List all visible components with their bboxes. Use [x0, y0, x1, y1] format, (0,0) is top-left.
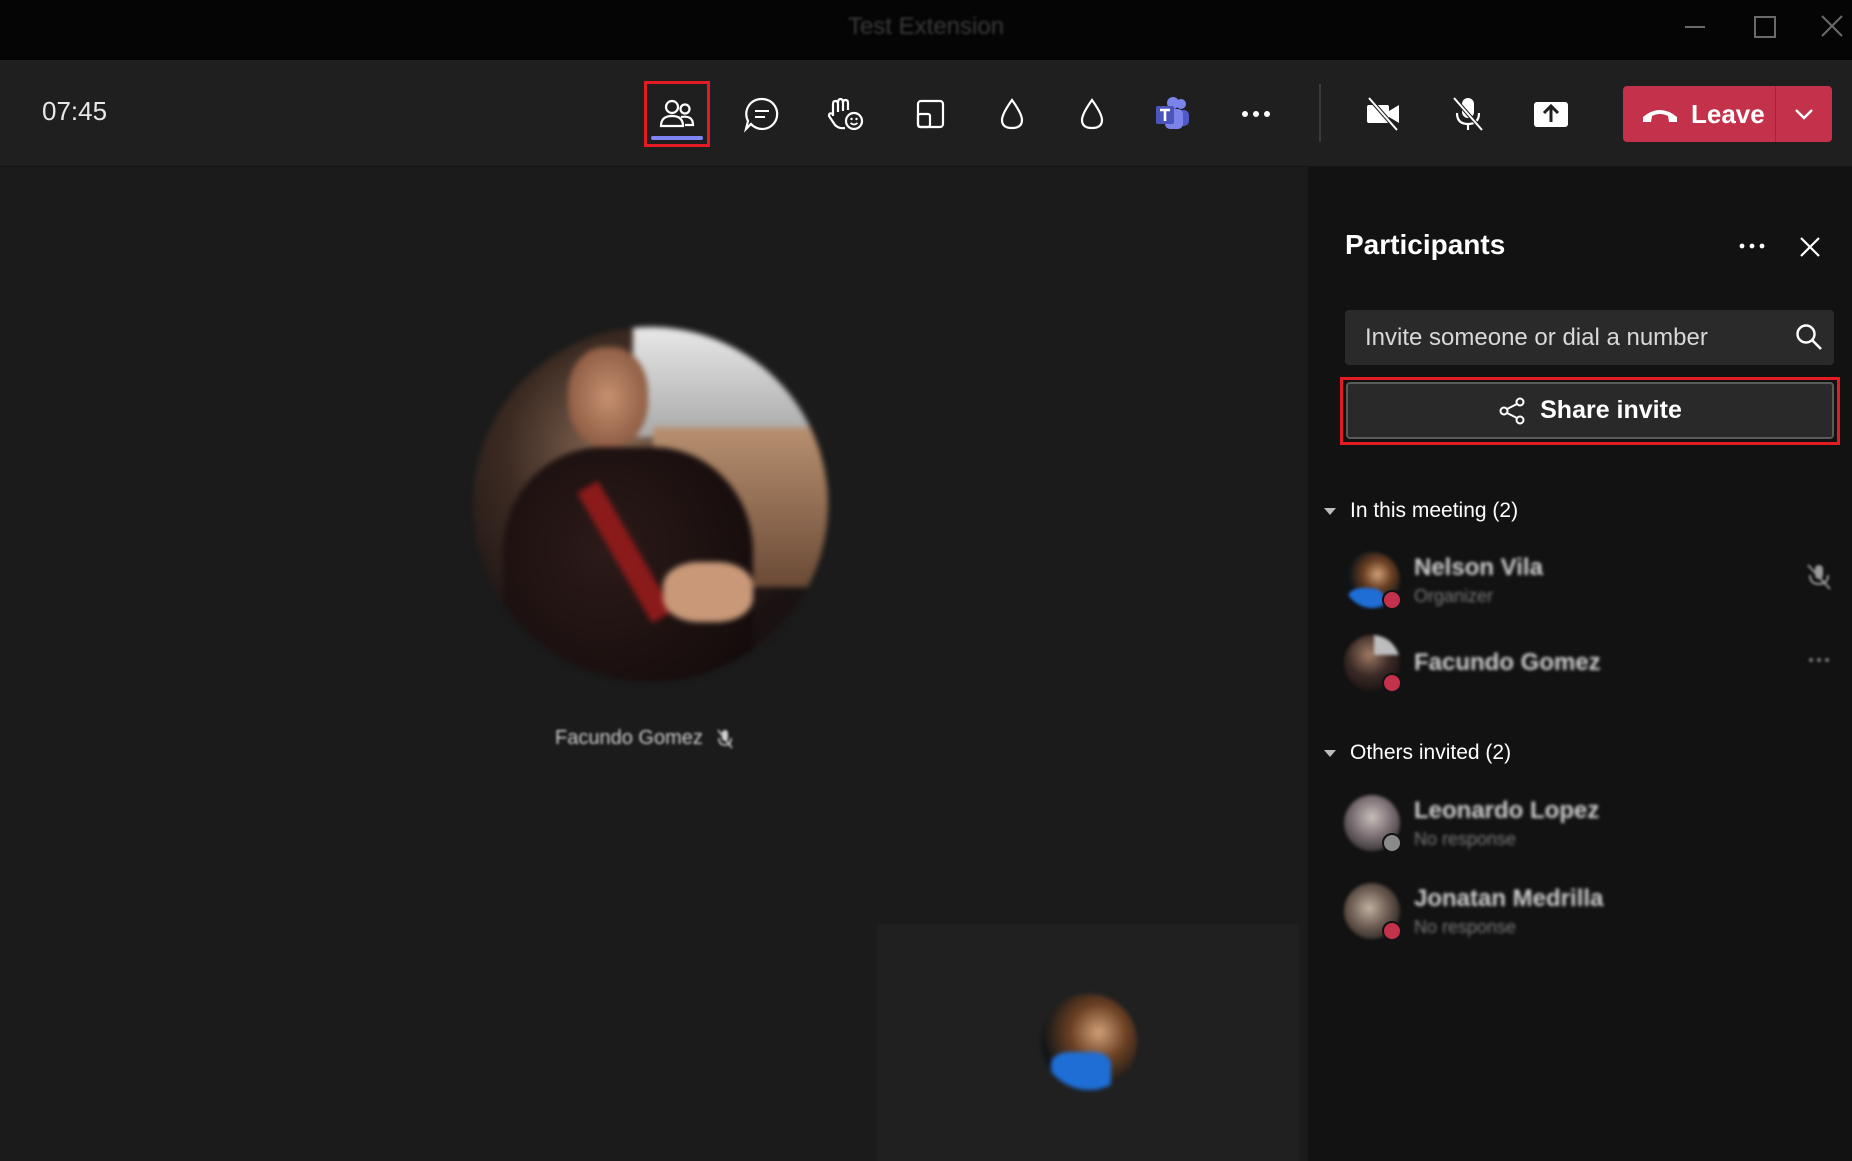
- minimize-button[interactable]: [1675, 10, 1715, 44]
- call-timer: 07:45: [42, 96, 108, 126]
- leave-button-group: Leave: [1623, 86, 1832, 142]
- more-icon[interactable]: [1804, 645, 1834, 675]
- share-invite-button[interactable]: Share invite: [1346, 382, 1834, 439]
- participant-name: Facundo Gomez: [1414, 649, 1601, 676]
- participants-panel: Participants Share invite In this meetin…: [1308, 167, 1852, 1161]
- maximize-button[interactable]: [1744, 10, 1784, 44]
- participant-row[interactable]: Leonardo Lopez No response: [1344, 795, 1834, 865]
- view-button[interactable]: [898, 82, 962, 146]
- search-icon[interactable]: [1794, 322, 1824, 352]
- presence-badge: [1382, 590, 1402, 610]
- share-invite-label: Share invite: [1540, 396, 1682, 424]
- self-view-tile: [877, 924, 1299, 1161]
- window-title: Test Extension: [847, 13, 1005, 40]
- view-icon: [916, 99, 945, 129]
- raise-hand-icon: [827, 97, 864, 131]
- chat-button[interactable]: [730, 82, 794, 146]
- drop-icon: [1000, 98, 1024, 130]
- drop-icon: [1080, 98, 1104, 130]
- share-screen-button[interactable]: [1519, 82, 1583, 146]
- participant-status: No response: [1414, 829, 1517, 849]
- participant-name: Jonatan Medrilla: [1414, 885, 1604, 912]
- panel-title: Participants: [1345, 229, 1506, 260]
- close-icon: [1800, 237, 1820, 257]
- presence-badge: [1382, 921, 1402, 941]
- chat-icon: [743, 97, 779, 133]
- participant-row[interactable]: Jonatan Medrilla No response: [1344, 883, 1834, 953]
- toolbar-divider: [1319, 84, 1321, 142]
- maximize-icon: [1754, 16, 1776, 38]
- camera-off-icon: [1367, 96, 1399, 132]
- mic-muted-icon: [717, 729, 733, 748]
- close-icon: [1821, 15, 1843, 37]
- participant-avatar: [473, 327, 828, 682]
- video-stage: Facundo Gomez: [0, 167, 1308, 1161]
- extension-1-button[interactable]: [980, 82, 1044, 146]
- camera-button[interactable]: [1351, 82, 1415, 146]
- caret-down-icon: [1324, 750, 1336, 757]
- participant-status: No response: [1414, 917, 1517, 937]
- invite-input[interactable]: [1345, 310, 1775, 365]
- participant-name: Leonardo Lopez: [1414, 797, 1600, 824]
- participants-button[interactable]: [644, 81, 710, 147]
- leave-options-button[interactable]: [1776, 86, 1832, 142]
- stage-participant-label: Facundo Gomez: [555, 727, 703, 749]
- share-tray-icon: [1534, 102, 1568, 127]
- mic-muted-icon: [1807, 564, 1831, 590]
- teams-app-button[interactable]: [1141, 82, 1205, 146]
- hang-up-icon: [1643, 110, 1677, 122]
- self-avatar: [1041, 994, 1137, 1090]
- leave-label: Leave: [1691, 98, 1765, 129]
- presence-badge: [1382, 673, 1402, 693]
- panel-more-options-button[interactable]: [1730, 229, 1774, 261]
- panel-close-button[interactable]: [1790, 227, 1830, 267]
- participant-role: Organizer: [1414, 586, 1494, 606]
- close-window-button[interactable]: [1812, 10, 1852, 44]
- people-icon: [659, 99, 695, 128]
- invite-field: [1345, 310, 1834, 365]
- section-others-invited-toggle[interactable]: Others invited (2): [1322, 741, 1511, 765]
- minimize-icon: [1685, 26, 1705, 28]
- teams-logo-icon: [1156, 97, 1189, 129]
- title-bar: Test Extension: [0, 0, 1852, 60]
- more-icon: [1242, 111, 1270, 117]
- section-others-invited-label: Others invited (2): [1350, 741, 1512, 764]
- stage-participant-name: Facundo Gomez: [555, 727, 733, 750]
- caret-down-icon: [1324, 508, 1336, 515]
- extension-2-button[interactable]: [1060, 82, 1124, 146]
- reactions-button[interactable]: [813, 82, 877, 146]
- mic-off-icon: [1452, 96, 1484, 132]
- more-actions-button[interactable]: [1224, 82, 1288, 146]
- section-in-meeting-label: In this meeting (2): [1350, 499, 1519, 522]
- mic-button[interactable]: [1436, 82, 1500, 146]
- presence-badge: [1382, 833, 1402, 853]
- chevron-down-icon: [1795, 109, 1813, 120]
- participant-row[interactable]: Facundo Gomez: [1344, 635, 1834, 705]
- section-in-meeting-toggle[interactable]: In this meeting (2): [1322, 499, 1518, 523]
- more-icon: [1739, 243, 1765, 249]
- participant-row[interactable]: Nelson Vila Organizer: [1344, 552, 1834, 622]
- leave-button[interactable]: Leave: [1623, 86, 1775, 142]
- participant-name: Nelson Vila: [1414, 554, 1543, 581]
- meeting-toolbar: 07:45 Leave: [0, 60, 1852, 167]
- share-icon: [1499, 397, 1525, 424]
